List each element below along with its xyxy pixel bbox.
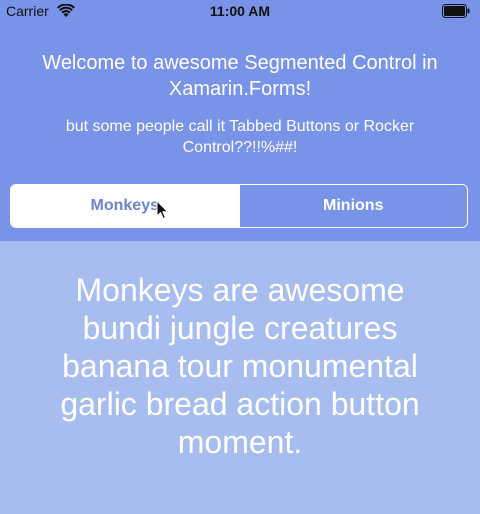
status-bar: Carrier 11:00 AM xyxy=(0,0,480,24)
welcome-title: Welcome to awesome Segmented Control in … xyxy=(42,52,438,100)
segment-minions[interactable]: Minions xyxy=(238,185,467,227)
welcome-subtitle: but some people call it Tabbed Buttons o… xyxy=(65,118,415,156)
segmented-control: Monkeys Minions xyxy=(10,184,468,228)
segment-monkeys[interactable]: Monkeys xyxy=(11,185,239,227)
header-panel: Carrier 11:00 AM Welcome to awesome Segm… xyxy=(0,0,480,241)
status-time: 11:00 AM xyxy=(209,3,271,19)
battery-icon xyxy=(442,4,470,18)
segment-content-text: Monkeys are awesome bundi jungle creatur… xyxy=(60,272,420,460)
